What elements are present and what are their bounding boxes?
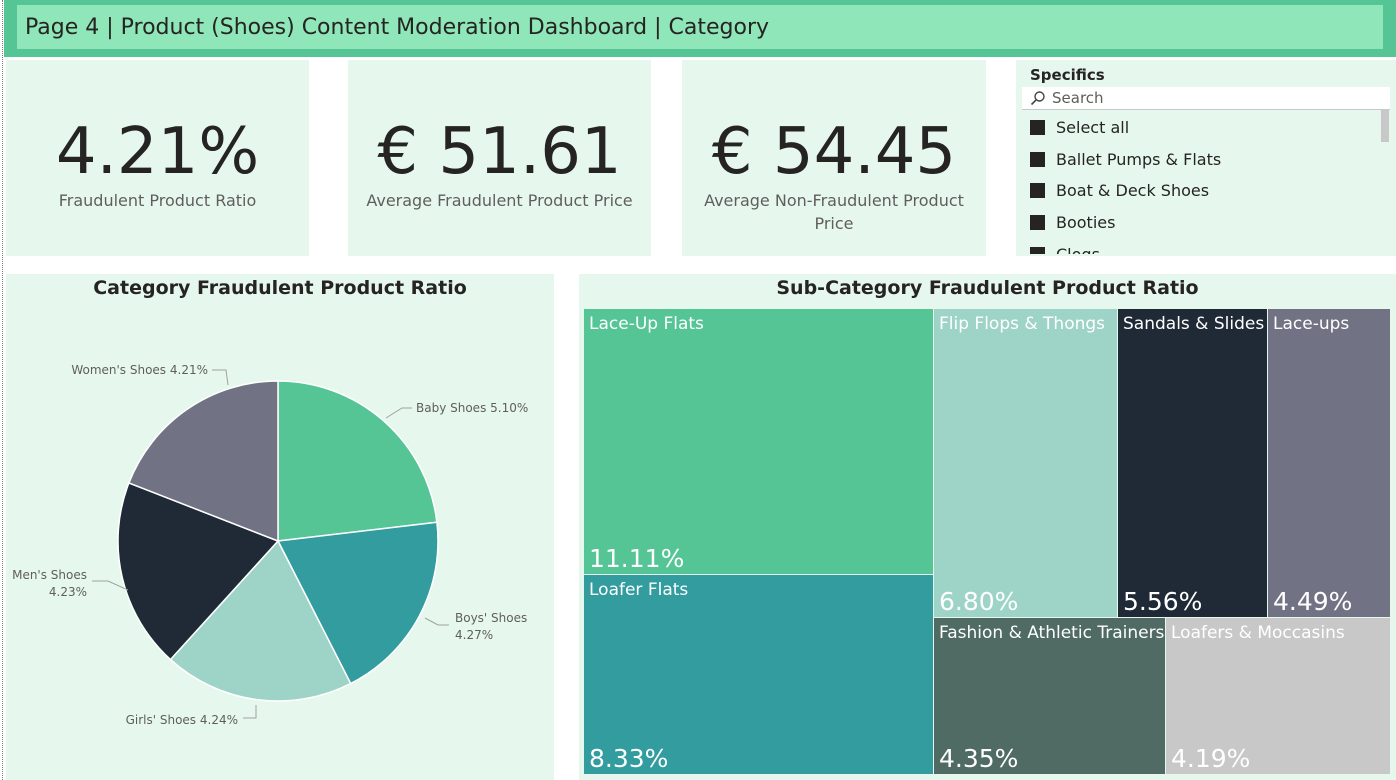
leader-line-girls	[243, 705, 257, 719]
page-title: Page 4 | Product (Shoes) Content Moderat…	[17, 5, 1383, 49]
treemap-tile-lace-ups[interactable]: Lace-ups 4.49%	[1268, 309, 1390, 617]
treemap-tile-label: Loafers & Moccasins	[1171, 623, 1345, 643]
checkbox-icon[interactable]	[1030, 246, 1045, 254]
treemap-tile-label: Lace-Up Flats	[589, 314, 704, 334]
pie-label-baby: Baby Shoes 5.10%	[416, 401, 528, 415]
kpi-label: Average Fraudulent Product Price	[366, 191, 633, 210]
slicer-item-label: Ballet Pumps & Flats	[1056, 149, 1222, 169]
slicer-item-label: Booties	[1056, 212, 1116, 232]
kpi-card-avg-nonfraud-price[interactable]: € 54.45 Average Non-Fraudulent Product P…	[682, 60, 986, 256]
kpi-value: 4.21%	[55, 115, 260, 189]
pie-slice-baby-shoes[interactable]	[277, 380, 438, 542]
treemap-tile-label: Loafer Flats	[589, 580, 689, 600]
kpi-card-fraud-ratio[interactable]: 4.21% Fraudulent Product Ratio	[6, 60, 309, 256]
treemap-tile-label: Fashion & Athletic Trainers	[939, 623, 1165, 643]
search-input[interactable]: Search	[1022, 87, 1390, 110]
treemap-tile-loafer-flats[interactable]: Loafer Flats 8.33%	[584, 575, 933, 774]
pie-slices	[117, 380, 439, 702]
treemap-tile-value: 4.35%	[939, 744, 1019, 773]
pie-label-mens: Men's Shoes	[12, 568, 87, 582]
treemap-tile-value: 4.49%	[1273, 587, 1353, 616]
pie-label-boys-value: 4.27%	[455, 628, 493, 642]
slicer-item[interactable]: Booties	[1022, 210, 1115, 234]
slicer-item-select-all[interactable]: Select all	[1022, 115, 1129, 139]
search-icon	[1030, 91, 1045, 106]
slicer-item-label: Clogs	[1056, 244, 1100, 255]
search-placeholder: Search	[1052, 89, 1104, 107]
header-bar: Page 4 | Product (Shoes) Content Moderat…	[4, 0, 1396, 57]
slicer-item-label: Boat & Deck Shoes	[1056, 180, 1210, 200]
pie-label-mens-value: 4.23%	[49, 585, 87, 599]
treemap-tile-trainers[interactable]: Fashion & Athletic Trainers 4.35%	[934, 618, 1165, 774]
checkbox-icon[interactable]	[1030, 214, 1045, 230]
treemap-tile-sandals[interactable]: Sandals & Slides 5.56%	[1118, 309, 1267, 617]
leader-line-mens	[92, 580, 129, 591]
pie-label-boys: Boys' Shoes	[455, 611, 527, 625]
kpi-value: € 51.61	[377, 115, 622, 189]
treemap-tile-value: 8.33%	[589, 744, 669, 773]
kpi-label-line: Price	[814, 214, 854, 233]
slicer-list: Select all Ballet Pumps & Flats Boat & D…	[1022, 112, 1378, 254]
treemap-tile-loafers-moccasins[interactable]: Loafers & Moccasins 4.19%	[1166, 618, 1390, 774]
slicer-item[interactable]: Ballet Pumps & Flats	[1022, 147, 1221, 171]
treemap-tile-flip-flops[interactable]: Flip Flops & Thongs 6.80%	[934, 309, 1117, 617]
treemap-tile-value: 6.80%	[939, 587, 1019, 616]
treemap-tile-label: Sandals & Slides	[1123, 314, 1265, 334]
kpi-label-line: Average Non-Fraudulent Product	[704, 191, 964, 210]
slicer-scroll-thumb[interactable]	[1381, 110, 1389, 142]
leader-line-baby	[385, 407, 412, 419]
slicer-item-label: Select all	[1056, 117, 1130, 137]
kpi-card-avg-fraud-price[interactable]: € 51.61 Average Fraudulent Product Price	[348, 60, 651, 256]
treemap-title: Sub-Category Fraudulent Product Ratio	[776, 277, 1199, 299]
treemap-tile-value: 4.19%	[1171, 744, 1251, 773]
slicer-item[interactable]: Clogs	[1022, 242, 1100, 254]
checkbox-icon[interactable]	[1030, 119, 1045, 135]
kpi-value: € 54.45	[711, 115, 957, 189]
slicer-title: Specifics	[1030, 66, 1105, 84]
checkbox-icon[interactable]	[1030, 182, 1045, 198]
checkbox-icon[interactable]	[1030, 151, 1045, 167]
leader-line-womens	[212, 369, 229, 386]
pie-chart-title: Category Fraudulent Product Ratio	[93, 277, 467, 299]
slicer-item[interactable]: Boat & Deck Shoes	[1022, 178, 1209, 202]
treemap-tile-value: 5.56%	[1123, 587, 1203, 616]
treemap-tile-label: Flip Flops & Thongs	[939, 314, 1106, 334]
treemap-tile-value: 11.11%	[589, 544, 685, 573]
pie-chart: Baby Shoes 5.10% Boys' Shoes 4.27% Girls…	[12, 363, 528, 727]
treemap-tile-label: Lace-ups	[1273, 314, 1350, 334]
leader-line-boys	[424, 617, 449, 626]
kpi-label: Average Non-Fraudulent Product Price	[682, 189, 986, 235]
kpi-label: Fraudulent Product Ratio	[58, 191, 257, 210]
pie-label-girls: Girls' Shoes 4.24%	[126, 713, 238, 727]
pie-label-womens: Women's Shoes 4.21%	[71, 363, 208, 377]
treemap-tile-lace-up-flats[interactable]: Lace-Up Flats 11.11%	[584, 309, 933, 574]
